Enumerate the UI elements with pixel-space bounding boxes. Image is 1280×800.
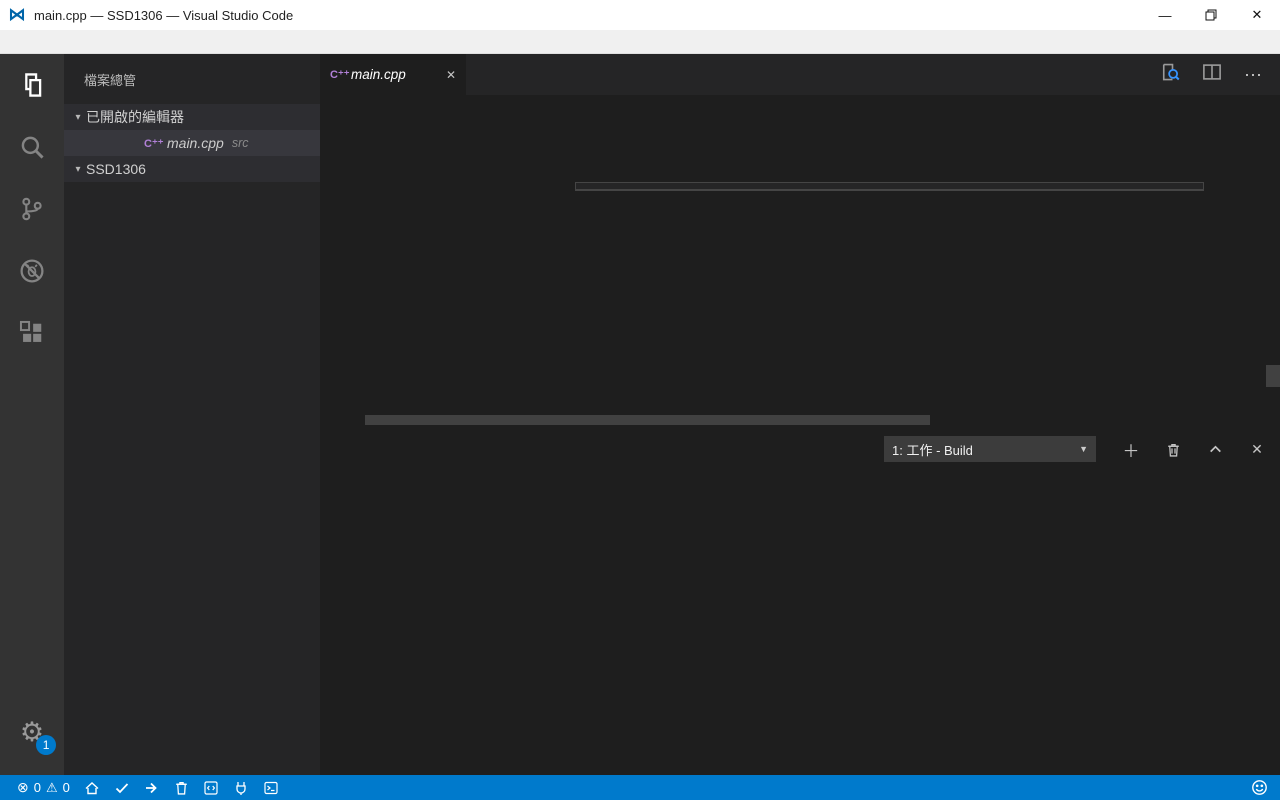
- project-root-header[interactable]: ▾ SSD1306: [64, 156, 320, 182]
- open-preview-icon[interactable]: [1160, 62, 1180, 87]
- chevron-expanded-icon: ▾: [70, 164, 86, 175]
- horizontal-scrollbar[interactable]: [365, 415, 930, 425]
- activity-bar: ⚙1: [0, 54, 64, 775]
- pio-clean-button[interactable]: [167, 775, 196, 800]
- window-title: main.cpp — SSD1306 — Visual Studio Code: [34, 8, 293, 23]
- more-actions-icon[interactable]: ⋯: [1244, 70, 1262, 80]
- pio-serial-monitor-button[interactable]: [226, 775, 256, 800]
- debug-icon[interactable]: [0, 240, 64, 302]
- error-icon: ⊗: [17, 779, 29, 796]
- terminal-select-dropdown[interactable]: 1: 工作 - Build ▼: [884, 436, 1096, 462]
- feedback-smiley-icon[interactable]: [1244, 775, 1280, 800]
- menu-bar: [0, 30, 1280, 54]
- open-editor-item-main-cpp[interactable]: C⁺⁺ main.cpp src: [64, 130, 320, 156]
- minimize-button[interactable]: —: [1142, 0, 1188, 30]
- title-bar: ⋈ main.cpp — SSD1306 — Visual Studio Cod…: [0, 0, 1280, 30]
- close-panel-icon[interactable]: ✕: [1248, 440, 1266, 458]
- pio-upload-button[interactable]: [137, 775, 167, 800]
- cpp-file-icon: C⁺⁺: [330, 68, 347, 81]
- source-control-icon[interactable]: [0, 178, 64, 240]
- status-bar: ⊗ 0 ⚠ 0: [0, 775, 1280, 800]
- editor-tab-bar: C⁺⁺ main.cpp ✕ ⋯: [320, 54, 1280, 95]
- pio-build-button[interactable]: [107, 775, 137, 800]
- close-button[interactable]: ✕: [1234, 0, 1280, 30]
- tab-main-cpp[interactable]: C⁺⁺ main.cpp ✕: [320, 54, 466, 95]
- search-icon[interactable]: [0, 116, 64, 178]
- new-terminal-icon[interactable]: ＋: [1122, 440, 1140, 458]
- vertical-scrollbar[interactable]: [1266, 365, 1280, 387]
- chevron-expanded-icon: ▾: [70, 112, 86, 123]
- vscode-logo-icon: ⋈: [8, 6, 26, 24]
- notification-badge: 1: [36, 735, 56, 755]
- restore-button[interactable]: [1188, 0, 1234, 30]
- maximize-panel-icon[interactable]: [1206, 440, 1224, 458]
- problems-indicator[interactable]: ⊗ 0 ⚠ 0: [10, 775, 77, 800]
- explorer-icon[interactable]: [0, 54, 64, 116]
- terminal-output[interactable]: [320, 468, 1280, 478]
- bottom-panel: 1: 工作 - Build ▼ ＋ ✕: [320, 430, 1280, 775]
- kill-terminal-icon[interactable]: [1164, 440, 1182, 458]
- split-editor-icon[interactable]: [1202, 62, 1222, 87]
- open-editors-header[interactable]: ▾ 已開啟的編輯器: [64, 104, 320, 130]
- sidebar-explorer: 檔案總管 ▾ 已開啟的編輯器 C⁺⁺ main.cpp src ▾ SSD130…: [64, 54, 320, 775]
- cpp-file-icon: C⁺⁺: [144, 137, 161, 150]
- settings-gear-icon[interactable]: ⚙1: [20, 717, 44, 747]
- tab-close-icon[interactable]: ✕: [446, 68, 456, 82]
- panel-header: 1: 工作 - Build ▼ ＋ ✕: [320, 430, 1280, 468]
- window-controls: — ✕: [1142, 0, 1280, 30]
- pio-terminal-button[interactable]: [256, 775, 286, 800]
- pio-home-button[interactable]: [77, 775, 107, 800]
- sidebar-title: 檔案總管: [64, 54, 320, 104]
- hover-tooltip: [575, 182, 1204, 191]
- code-editor[interactable]: [320, 95, 1280, 430]
- minimap[interactable]: [1183, 95, 1266, 410]
- dropdown-arrow-icon: ▼: [1079, 444, 1088, 454]
- warning-icon: ⚠: [46, 780, 58, 796]
- pio-run-task-button[interactable]: [196, 775, 226, 800]
- extensions-icon[interactable]: [0, 302, 64, 364]
